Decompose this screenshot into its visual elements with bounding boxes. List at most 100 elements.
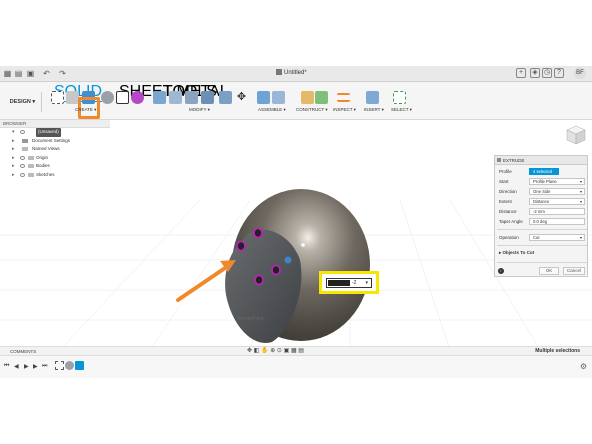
look-at-icon[interactable]: ◧ — [254, 348, 260, 354]
distance-manipulator[interactable] — [284, 256, 292, 264]
direction-select[interactable]: One Side ▾ — [529, 188, 585, 195]
workspace-switcher[interactable]: DESIGN ▾ — [4, 92, 42, 112]
ok-button[interactable]: OK — [539, 267, 559, 275]
info-icon[interactable]: i — [498, 268, 504, 274]
hole-profile-1[interactable] — [253, 227, 263, 239]
browser-item-document-settings[interactable]: ▸ Document Settings — [0, 137, 110, 146]
visibility-icon[interactable] — [20, 130, 25, 134]
fillet-icon[interactable] — [169, 91, 182, 104]
shell-icon[interactable] — [201, 91, 214, 104]
zoom-icon[interactable]: ⊕ — [270, 348, 275, 354]
timeline-extrude-icon[interactable] — [75, 361, 84, 370]
expand-icon[interactable]: ▸ — [12, 145, 15, 154]
timeline-sketch-icon[interactable] — [55, 361, 64, 370]
profile-selection[interactable]: 4 selected — [529, 168, 559, 175]
start-select[interactable]: Profile Plane ▾ — [529, 178, 585, 185]
insert-image-icon[interactable] — [366, 91, 379, 104]
combine-icon[interactable] — [219, 91, 232, 104]
visibility-icon[interactable] — [20, 172, 25, 177]
settings-icon — [22, 138, 28, 143]
step-back-icon[interactable]: ◀ — [14, 363, 19, 370]
browser-item-sketches[interactable]: ▸ Sketches — [0, 171, 110, 180]
step-forward-icon[interactable]: ▶ — [33, 363, 38, 370]
objects-to-cut-text: Objects To Cut — [502, 250, 535, 255]
go-to-end-icon[interactable]: ⏭ — [42, 363, 47, 370]
expand-icon[interactable]: ▸ — [12, 171, 15, 180]
move-icon[interactable]: ✥ — [235, 91, 248, 104]
distance-floating-value-field[interactable] — [328, 280, 350, 286]
revolve-icon[interactable] — [101, 91, 114, 104]
extent-select[interactable]: Distance ▾ — [529, 198, 585, 205]
sweep-icon[interactable] — [116, 91, 129, 104]
file-icon[interactable]: ▤ — [14, 69, 23, 78]
create-sketch-icon[interactable] — [51, 91, 64, 104]
visibility-icon[interactable] — [20, 155, 25, 160]
cancel-button[interactable]: Cancel — [563, 267, 585, 275]
document-icon — [276, 69, 282, 75]
timeline-sphere-icon[interactable] — [65, 361, 74, 370]
assemble-group-label[interactable]: ASSEMBLE ▾ — [258, 107, 286, 113]
chevron-down-icon: ▾ — [579, 179, 582, 184]
expand-icon[interactable]: ▸ — [12, 154, 15, 163]
distance-floating-input[interactable]: -2 ▾ — [326, 278, 372, 288]
redo-icon[interactable]: ↷ — [58, 69, 67, 78]
gear-icon[interactable]: ⚙ — [580, 362, 587, 371]
browser-item-named-views[interactable]: ▸ Named Views — [0, 145, 110, 154]
construct-group-label[interactable]: CONSTRUCT ▾ — [296, 107, 328, 113]
fit-icon[interactable]: ⊙ — [277, 348, 282, 354]
extrude-icon — [497, 158, 501, 162]
new-tab-icon[interactable]: + — [516, 68, 526, 78]
distance-floating-value: -2 — [352, 280, 357, 286]
pan-icon[interactable]: ✋ — [261, 348, 268, 354]
select-icon[interactable] — [393, 91, 406, 104]
go-to-start-icon[interactable]: ⏮ — [4, 363, 9, 370]
select-group-label[interactable]: SELECT ▾ — [391, 107, 412, 113]
objects-to-cut-row[interactable]: ▸ Objects To Cut — [499, 248, 587, 257]
comments-label: COMMENTS — [10, 349, 37, 354]
taper-angle-row: Taper Angle 0.0 deg — [499, 217, 587, 226]
app-grid-icon[interactable]: ▦ — [3, 69, 12, 78]
taper-angle-input[interactable]: 0.0 deg — [529, 218, 585, 225]
loft-icon[interactable] — [131, 91, 144, 104]
extrude-dialog-header[interactable]: EXTRUDE — [495, 156, 587, 165]
create-group-label[interactable]: CREATE ▾ — [75, 107, 96, 113]
distance-input[interactable]: -2 mm — [529, 208, 585, 215]
hole-profile-3[interactable] — [271, 264, 281, 276]
navigation-bar: ✥ ◧ ✋ ⊕ ⊙ ▣ ▦ ▤ — [247, 347, 347, 355]
browser-root[interactable]: ▾ (Unsaved) — [0, 128, 110, 137]
user-avatar[interactable]: BF — [574, 67, 586, 79]
joint-icon[interactable] — [272, 91, 285, 104]
chamfer-icon[interactable] — [185, 91, 198, 104]
extensions-icon[interactable]: ◈ — [530, 68, 540, 78]
browser-item-origin[interactable]: ▸ Origin — [0, 154, 110, 163]
measure-icon[interactable] — [337, 93, 350, 102]
display-settings-icon[interactable]: ▣ — [284, 348, 290, 354]
view-cube[interactable] — [565, 124, 587, 146]
modify-group-label[interactable]: MODIFY ▾ — [189, 107, 210, 113]
help-icon[interactable]: ? — [554, 68, 564, 78]
expand-icon[interactable]: ▸ — [12, 137, 15, 146]
operation-select[interactable]: Cut ▾ — [529, 234, 585, 241]
inspect-group-label[interactable]: INSPECT ▾ — [333, 107, 356, 113]
visibility-icon[interactable] — [20, 164, 25, 168]
offset-plane-icon[interactable] — [301, 91, 314, 104]
chevron-down-icon: ▾ — [579, 235, 582, 240]
hole-profile-2[interactable] — [236, 240, 246, 252]
undo-icon[interactable]: ↶ — [42, 69, 51, 78]
viewports-icon[interactable]: ▤ — [298, 348, 304, 354]
insert-group-label[interactable]: INSERT ▾ — [364, 107, 384, 113]
grid-settings-icon[interactable]: ▦ — [291, 348, 297, 354]
play-icon[interactable]: ▶ — [24, 363, 29, 370]
hole-profile-4[interactable] — [254, 274, 264, 286]
chevron-down-icon[interactable]: ▾ — [365, 280, 368, 286]
expand-icon[interactable]: ▾ — [12, 128, 15, 137]
operation-value: Cut — [533, 235, 540, 240]
browser-item-bodies[interactable]: ▸ Bodies — [0, 162, 110, 171]
save-icon[interactable]: ▣ — [26, 69, 35, 78]
press-pull-icon[interactable] — [153, 91, 166, 104]
plane-at-angle-icon[interactable] — [315, 91, 328, 104]
new-component-icon[interactable] — [257, 91, 270, 104]
orbit-icon[interactable]: ✥ — [247, 348, 252, 354]
notifications-icon[interactable]: ◷ — [542, 68, 552, 78]
expand-icon[interactable]: ▸ — [12, 162, 15, 171]
